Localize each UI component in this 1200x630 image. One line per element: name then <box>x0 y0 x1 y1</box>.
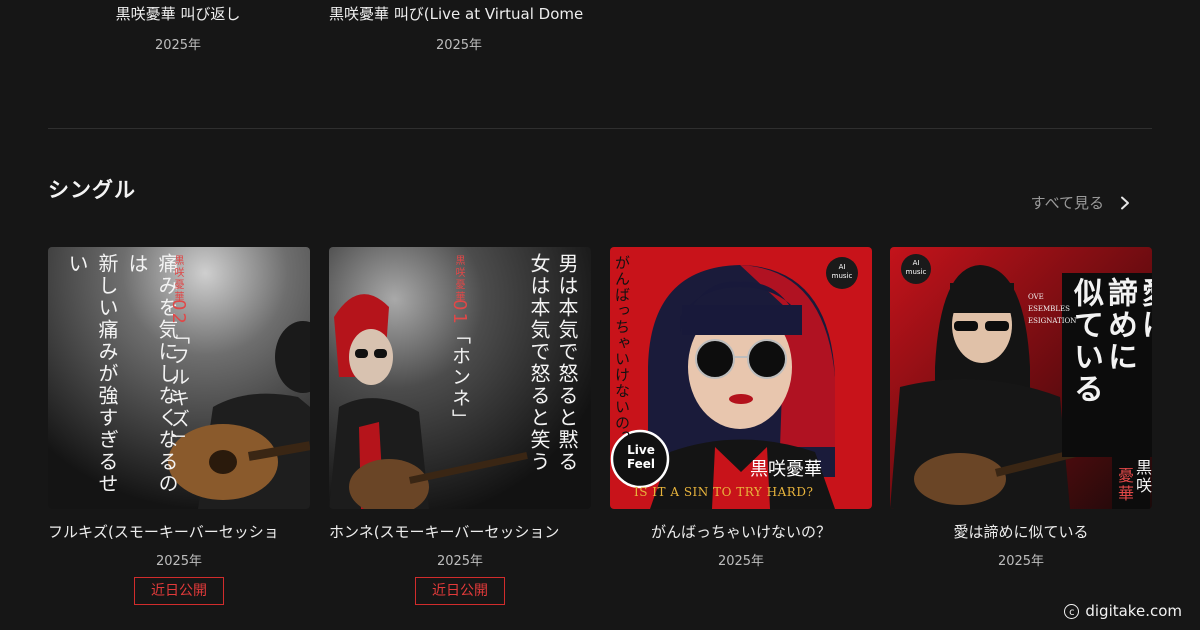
single-title: がんばっちゃいけないの？ <box>650 523 831 541</box>
album-artwork[interactable]: 愛は 諦めに 似ている OVE ESEMBLES ESIGNATION AI m… <box>890 247 1152 509</box>
single-year: 2025年 <box>997 554 1045 569</box>
artist-art-name: 黒咲憂華 <box>750 459 822 480</box>
song-title-art: 「フルキズ」 <box>168 325 190 451</box>
album-year: 2025年 <box>154 38 202 53</box>
lyric-text: 男は本気で怒ると黙る 女は本気で怒ると笑う <box>525 253 581 503</box>
ai-music-line: music <box>905 268 927 276</box>
see-all-label: すべて見る <box>1030 194 1104 212</box>
album-item[interactable]: 黒咲憂華 叫び返し 2025年 <box>48 4 308 54</box>
live-feel-line: Feel <box>626 457 656 471</box>
section-heading-singles: シングル <box>48 178 136 202</box>
acronym-line: ESIGNATION <box>1028 317 1077 325</box>
art-big-title-line: 愛は <box>1136 277 1152 341</box>
single-card[interactable]: 男は本気で怒ると黙る 女は本気で怒ると笑う 黒咲憂華 01 「ホンネ」 ホンネ(… <box>329 247 591 605</box>
single-year: 2025年 <box>155 554 203 569</box>
track-number: 02 <box>168 299 189 326</box>
single-year: 2025年 <box>717 554 765 569</box>
coming-soon-badge: 近日公開 <box>415 577 505 605</box>
ai-music-label: AI music <box>828 263 856 281</box>
site-watermark: c digitake.com <box>1064 602 1182 620</box>
art-artist-name: 憂華 <box>1115 467 1134 503</box>
album-artwork[interactable]: 痛みを気にしなくなるのは 新しい痛みが強すぎるせい 黒咲憂華 02 「フルキズ」 <box>48 247 310 509</box>
album-item[interactable]: 黒咲憂華 叫び(Live at Virtual Dome 2025年 <box>329 4 589 54</box>
single-title: ホンネ(スモーキーバーセッション <box>329 523 560 541</box>
coming-soon-badge: 近日公開 <box>134 577 224 605</box>
lyric-line: 男は本気で怒ると黙る <box>555 253 579 473</box>
art-subtitle: IS IT A SIN TO TRY HARD? <box>634 485 814 499</box>
live-feel-badge: Live Feel <box>620 443 662 471</box>
ai-music-line: AI <box>838 263 846 271</box>
ai-music-line: AI <box>912 259 920 267</box>
acronym-line: ESEMBLES <box>1028 305 1070 313</box>
art-acronym: OVE ESEMBLES ESIGNATION <box>1028 291 1076 327</box>
single-card[interactable]: 痛みを気にしなくなるのは 新しい痛みが強すぎるせい 黒咲憂華 02 「フルキズ」… <box>48 247 310 605</box>
watermark-text: digitake.com <box>1085 602 1182 620</box>
song-title-art: 「ホンネ」 <box>449 325 471 430</box>
ai-music-line: music <box>831 272 853 280</box>
ai-music-label: AI music <box>902 259 930 277</box>
lyric-line: 女は本気で怒ると笑う <box>527 253 551 473</box>
section-divider <box>48 128 1152 129</box>
album-artwork[interactable]: がんばっちゃいけないの？ Live Feel AI music 黒咲憂華 IS … <box>610 247 872 509</box>
album-title: 黒咲憂華 叫び(Live at Virtual Dome <box>329 5 584 23</box>
lyric-line: 新しい痛みが強すぎるせい <box>65 253 119 495</box>
album-title: 黒咲憂華 叫び返し <box>115 5 241 23</box>
see-all-link[interactable]: すべて見る <box>1031 192 1132 214</box>
single-card[interactable]: がんばっちゃいけないの？ Live Feel AI music 黒咲憂華 IS … <box>610 247 872 571</box>
lyric-text: 痛みを気にしなくなるのは 新しい痛みが強すぎるせい <box>62 253 182 503</box>
track-number: 01 <box>449 299 470 326</box>
vertical-title: がんばっちゃいけないの？ <box>613 255 631 447</box>
single-title: フルキズ(スモーキーバーセッショ <box>48 523 279 541</box>
live-feel-line: Live <box>627 443 655 457</box>
copyright-icon: c <box>1064 603 1080 619</box>
artist-mark: 黒咲憂華 <box>172 255 183 303</box>
album-year: 2025年 <box>435 38 483 53</box>
acronym-line: OVE <box>1028 293 1044 301</box>
artist-mark: 黒咲憂華 <box>453 255 464 303</box>
chevron-right-icon <box>1121 196 1129 210</box>
single-title: 愛は諦めに似ている <box>953 523 1089 541</box>
art-big-title-line: 諦めに <box>1102 277 1137 373</box>
art-big-title: 愛は 諦めに 似ている <box>1068 277 1152 405</box>
album-artwork[interactable]: 男は本気で怒ると黙る 女は本気で怒ると笑う 黒咲憂華 01 「ホンネ」 <box>329 247 591 509</box>
single-card[interactable]: 愛は 諦めに 似ている OVE ESEMBLES ESIGNATION AI m… <box>890 247 1152 571</box>
single-year: 2025年 <box>436 554 484 569</box>
